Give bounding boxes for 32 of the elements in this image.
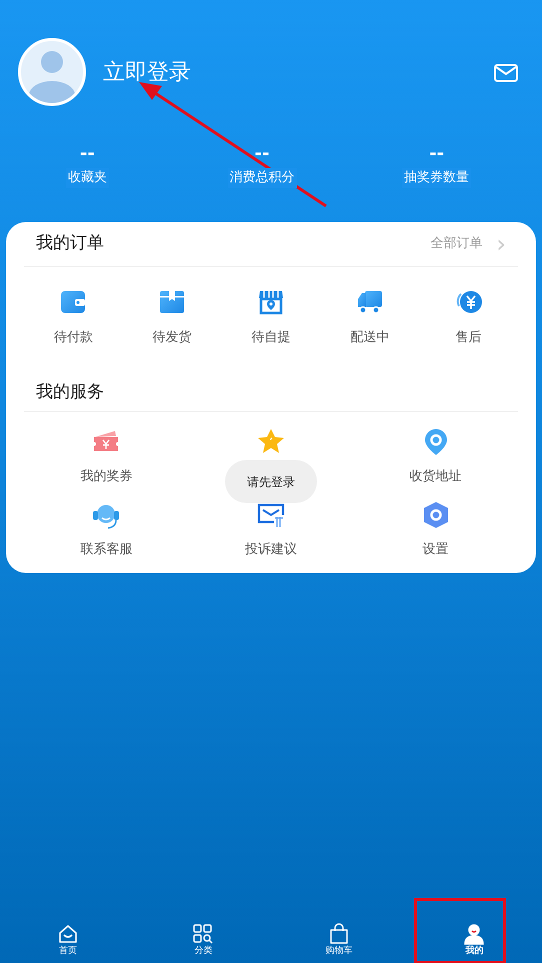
toast-message: 请先登录 xyxy=(225,460,317,503)
star-icon[interactable] xyxy=(256,428,285,456)
service-label[interactable]: 联系客服 xyxy=(24,540,189,559)
section-title: 我的订单 xyxy=(36,232,105,256)
tab[interactable]: 分类 xyxy=(136,923,271,963)
order-label[interactable]: 待发货 xyxy=(122,328,222,348)
hexagon-settings-icon[interactable] xyxy=(422,500,450,528)
wallet-icon[interactable] xyxy=(60,289,86,315)
service-label[interactable]: 设置 xyxy=(353,540,518,559)
stat-value: -- xyxy=(254,144,270,164)
truck-icon[interactable] xyxy=(356,289,383,315)
service-label[interactable]: 投诉建议 xyxy=(188,540,354,559)
order-label[interactable]: 配送中 xyxy=(320,328,420,348)
tab[interactable]: 首页 xyxy=(0,923,136,963)
service-label[interactable]: 我的奖券 xyxy=(24,466,189,486)
service-label[interactable]: 收货地址 xyxy=(353,466,518,486)
order-label[interactable]: 售后 xyxy=(419,328,518,348)
shopping-bag-icon xyxy=(328,923,350,945)
tab[interactable]: 购物车 xyxy=(271,923,406,963)
store-icon[interactable] xyxy=(258,289,284,315)
tab[interactable]: 我的 xyxy=(406,923,542,963)
grid-search-icon xyxy=(192,923,214,945)
box-icon[interactable] xyxy=(159,289,186,315)
chevron-icon: › xyxy=(496,234,506,254)
home-icon xyxy=(56,923,79,945)
order-label[interactable]: 待自提 xyxy=(222,328,320,348)
stat-value: -- xyxy=(78,144,96,164)
yuan-refund-icon[interactable] xyxy=(456,289,482,315)
order-label[interactable]: 待付款 xyxy=(24,328,123,348)
user-icon xyxy=(463,923,486,945)
section-title: 我的服务 xyxy=(36,381,104,404)
stat-value: -- xyxy=(428,144,446,164)
